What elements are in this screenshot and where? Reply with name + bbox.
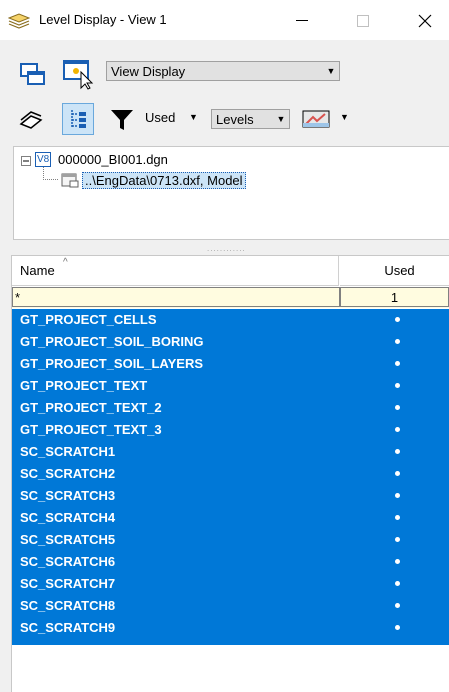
used-dot-icon <box>395 537 400 542</box>
tree-connector <box>43 167 58 180</box>
table-row[interactable]: SC_SCRATCH8 <box>12 595 449 616</box>
used-dot-icon <box>395 515 400 520</box>
sort-ascending-icon: ^ <box>63 257 68 268</box>
table-row[interactable]: GT_PROJECT_TEXT_2 <box>12 397 449 418</box>
levels-table: Name ^ Used * 1 GT_PROJECT_CELLS GT_PROJE… <box>11 255 449 692</box>
column-header-used[interactable]: Used <box>340 256 449 286</box>
level-name: GT_PROJECT_SOIL_LAYERS <box>20 356 204 371</box>
table-row[interactable]: SC_SCRATCH2 <box>12 463 449 484</box>
model-tree: V8 000000_BI001.dgn ..\EngData\0713.dxf,… <box>13 146 449 240</box>
table-row[interactable]: SC_SCRATCH6 <box>12 551 449 572</box>
level-name: GT_PROJECT_TEXT <box>20 378 148 393</box>
used-dot-icon <box>395 339 400 344</box>
chevron-down-icon[interactable]: ▼ <box>340 112 349 122</box>
levels-select-value: Levels <box>216 111 254 127</box>
minimize-button[interactable] <box>282 8 322 34</box>
table-row[interactable]: GT_PROJECT_TEXT_3 <box>12 419 449 440</box>
chevron-down-icon[interactable]: ▼ <box>189 112 198 122</box>
table-row[interactable]: SC_SCRATCH7 <box>12 573 449 594</box>
level-name: GT_PROJECT_TEXT_2 <box>20 400 162 415</box>
used-dot-icon <box>395 625 400 630</box>
maximize-button[interactable] <box>343 8 383 34</box>
table-row[interactable]: SC_SCRATCH3 <box>12 485 449 506</box>
select-view-icon[interactable] <box>62 58 94 90</box>
levels-select[interactable]: Levels ▼ <box>211 109 290 129</box>
level-rows: GT_PROJECT_CELLS GT_PROJECT_SOIL_BORING GT… <box>12 309 449 645</box>
window-title: Level Display - View 1 <box>39 12 167 27</box>
table-row[interactable]: GT_PROJECT_SOIL_BORING <box>12 331 449 352</box>
used-dot-icon <box>395 427 400 432</box>
level-name: SC_SCRATCH9 <box>20 620 116 635</box>
tree-root-label[interactable]: 000000_BI001.dgn <box>58 152 168 167</box>
table-row[interactable]: SC_SCRATCH1 <box>12 441 449 462</box>
display-mode-select[interactable]: View Display ▼ <box>106 61 340 81</box>
level-name: SC_SCRATCH2 <box>20 466 116 481</box>
level-name: SC_SCRATCH3 <box>20 488 116 503</box>
used-dot-icon <box>395 581 400 586</box>
used-dot-icon <box>395 603 400 608</box>
view-windows-icon[interactable] <box>18 60 48 90</box>
model-icon <box>61 172 79 191</box>
used-dot-icon <box>395 405 400 410</box>
used-dot-icon <box>395 493 400 498</box>
pane-splitter[interactable]: ............ <box>207 244 246 253</box>
table-row[interactable]: GT_PROJECT_CELLS <box>12 309 449 330</box>
table-row[interactable]: SC_SCRATCH9 <box>12 617 449 638</box>
used-dot-icon <box>395 361 400 366</box>
chevron-down-icon: ▼ <box>326 66 336 76</box>
used-dot-icon <box>395 471 400 476</box>
dgn-file-icon: V8 <box>35 152 52 167</box>
layers-icon <box>7 12 31 30</box>
used-filter-input[interactable]: 1 <box>340 287 449 307</box>
level-name: GT_PROJECT_SOIL_BORING <box>20 334 204 349</box>
level-name: SC_SCRATCH4 <box>20 510 116 525</box>
level-name: GT_PROJECT_CELLS <box>20 312 157 327</box>
level-symbology-icon[interactable] <box>300 107 334 131</box>
chevron-down-icon: ▼ <box>276 114 286 124</box>
table-row[interactable]: GT_PROJECT_SOIL_LAYERS <box>12 353 449 374</box>
used-dot-icon <box>395 317 400 322</box>
level-name: SC_SCRATCH1 <box>20 444 116 459</box>
level-toolbar: Used ▼ Levels ▼ ▼ <box>0 98 449 140</box>
used-dot-icon <box>395 559 400 564</box>
column-header-name[interactable]: Name ^ <box>12 256 339 286</box>
used-filter-label[interactable]: Used <box>145 110 175 125</box>
level-name: SC_SCRATCH7 <box>20 576 116 591</box>
table-row[interactable]: SC_SCRATCH4 <box>12 507 449 528</box>
level-name: GT_PROJECT_TEXT_3 <box>20 422 162 437</box>
display-mode-value: View Display <box>111 63 186 79</box>
filter-row: * 1 <box>12 287 449 308</box>
table-row[interactable]: GT_PROJECT_TEXT <box>12 375 449 396</box>
close-button[interactable] <box>405 8 445 34</box>
view-toolbar: View Display ▼ <box>0 52 449 92</box>
used-dot-icon <box>395 383 400 388</box>
tree-child-label[interactable]: ..\EngData\0713.dxf, Model <box>82 172 246 189</box>
collapse-icon[interactable] <box>21 155 32 170</box>
tree-view-toggle-icon[interactable] <box>62 103 94 135</box>
used-dot-icon <box>395 449 400 454</box>
level-name: SC_SCRATCH6 <box>20 554 116 569</box>
name-filter-input[interactable]: * <box>12 287 340 307</box>
level-name: SC_SCRATCH5 <box>20 532 116 547</box>
table-row[interactable]: SC_SCRATCH5 <box>12 529 449 550</box>
filter-icon[interactable] <box>108 107 136 133</box>
title-bar: Level Display - View 1 <box>0 0 449 40</box>
level-manager-icon[interactable] <box>18 108 44 132</box>
level-name: SC_SCRATCH8 <box>20 598 116 613</box>
